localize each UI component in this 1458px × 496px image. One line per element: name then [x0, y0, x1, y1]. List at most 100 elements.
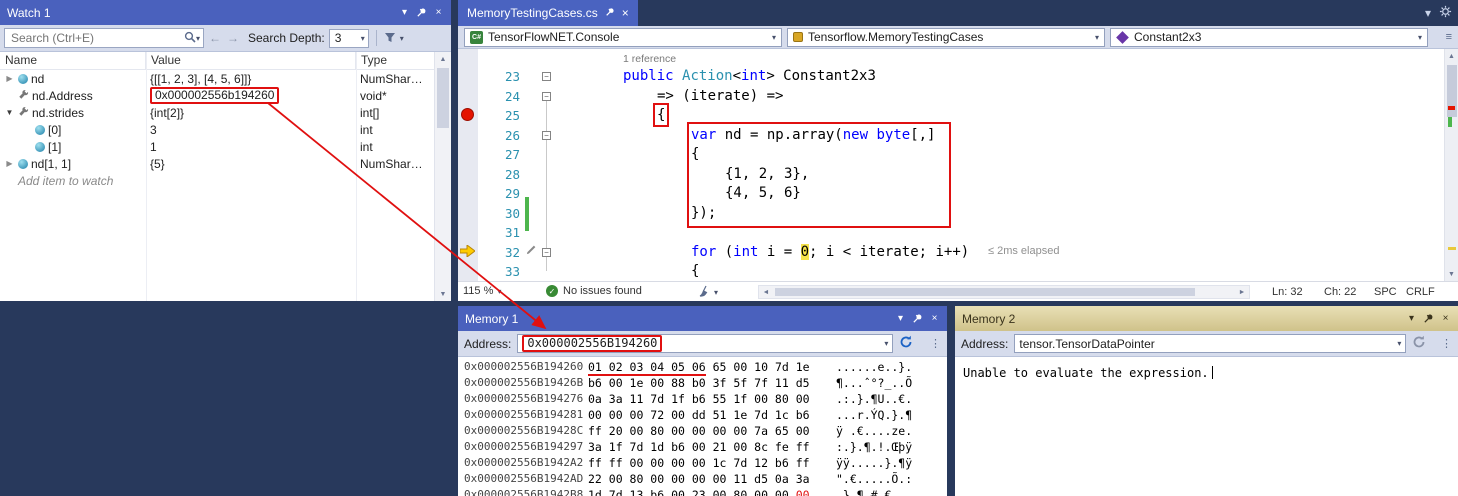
collapse-region-icon[interactable]: − [542, 72, 551, 81]
filter-icon[interactable] [384, 31, 396, 46]
code-line-current[interactable]: 32 for (int i = 0; i < iterate; i++) ≤ 2… [458, 243, 1444, 263]
watch-value[interactable]: 0x000002556b194260 [155, 88, 274, 102]
column-header-type[interactable]: Type [356, 52, 434, 69]
watch-name[interactable]: [1] [48, 140, 61, 154]
memory2-address-input[interactable]: tensor.TensorDataPointer ▾ [1014, 334, 1406, 353]
memory-row[interactable]: 0x000002556B19426001 02 03 04 05 06 65 0… [458, 359, 947, 375]
memory-row[interactable]: 0x000002556B1942760a 3a 11 7d 1f b6 55 1… [458, 391, 947, 407]
memory-row[interactable]: 0x000002556B19426Bb6 00 1e 00 88 b0 3f 5… [458, 375, 947, 391]
collapse-region-icon[interactable]: − [542, 92, 551, 101]
scroll-right-icon[interactable]: ► [1235, 286, 1249, 298]
codelens-references[interactable]: 1 reference [623, 53, 676, 65]
code-line[interactable]: 31 [458, 223, 1444, 243]
search-prev-icon[interactable]: ← [208, 31, 222, 45]
code-area[interactable]: 1 reference 23 public Action<int> Consta… [458, 49, 1444, 281]
close-icon[interactable]: × [1437, 310, 1454, 327]
code-cleanup-button[interactable]: ▾ [698, 285, 718, 300]
scrollbar-thumb[interactable] [775, 288, 1195, 296]
memory2-content[interactable]: Unable to evaluate the expression. [955, 357, 1458, 496]
code-line[interactable]: 28 {1, 2, 3}, [458, 165, 1444, 185]
issues-indicator[interactable]: ✓ No issues found [546, 285, 642, 297]
watch-row-strides-0[interactable]: [0] 3 int [0, 121, 434, 138]
code-line[interactable]: 30 }); [458, 204, 1444, 224]
window-position-icon[interactable]: ▾ [892, 310, 909, 327]
watch-row-add-item[interactable]: Add item to watch [0, 172, 434, 189]
search-icon[interactable] [184, 31, 196, 46]
split-window-icon[interactable]: ≡ [1446, 31, 1452, 43]
search-input[interactable] [11, 31, 184, 45]
pin-icon[interactable] [605, 6, 615, 20]
memory-row[interactable]: 0x000002556B1942B81d 7d 13 b6 00 23 00 8… [458, 487, 947, 496]
column-header-value[interactable]: Value [146, 52, 356, 69]
scroll-up-icon[interactable]: ▲ [1445, 49, 1458, 63]
watch-name[interactable]: nd[1, 1] [31, 157, 71, 171]
watch-row-strides-1[interactable]: [1] 1 int [0, 138, 434, 155]
gear-icon[interactable] [1439, 5, 1452, 21]
watch-row-nd[interactable]: ▶nd {[[1, 2, 3], [4, 5, 6]]} NumShar… [0, 70, 434, 87]
watch-value[interactable]: 3 [146, 121, 356, 138]
watch-name[interactable]: nd.Address [32, 89, 93, 103]
memory-row[interactable]: 0x000002556B1942AD22 00 80 00 00 00 00 1… [458, 471, 947, 487]
pin-icon[interactable] [413, 4, 430, 21]
breakpoint-icon[interactable] [461, 108, 474, 121]
watch-title-bar[interactable]: Watch 1 ▾ × [0, 0, 451, 25]
scroll-up-icon[interactable]: ▲ [435, 52, 451, 66]
editor-vertical-scrollbar[interactable]: ▲ ▼ [1444, 49, 1458, 281]
zoom-select[interactable]: 115 % ▾ [463, 285, 501, 297]
watch-row-nd-strides[interactable]: ▼nd.strides {int[2]} int[] [0, 104, 434, 121]
expander-icon[interactable]: ▼ [4, 108, 15, 117]
add-watch-placeholder[interactable]: Add item to watch [18, 174, 113, 188]
memory-row[interactable]: 0x000002556B1942973a 1f 7d 1d b6 00 21 0… [458, 439, 947, 455]
watch-value[interactable]: 1 [146, 138, 356, 155]
search-depth-select[interactable]: 3 ▾ [329, 29, 369, 48]
window-position-icon[interactable]: ▾ [1403, 310, 1420, 327]
chevron-down-icon[interactable]: ▾ [884, 339, 888, 348]
toolbar-overflow-icon[interactable]: ⋮ [930, 337, 941, 350]
filter-options-icon[interactable]: ▾ [400, 34, 404, 43]
search-options-icon[interactable]: ▾ [196, 34, 200, 43]
code-line[interactable]: 23 public Action<int> Constant2x3 [458, 67, 1444, 87]
chevron-down-icon[interactable]: ▾ [1397, 339, 1401, 348]
refresh-icon[interactable] [1412, 335, 1426, 352]
scroll-down-icon[interactable]: ▼ [435, 287, 451, 301]
memory-row[interactable]: 0x000002556B1942A2ff ff 00 00 00 00 1c 7… [458, 455, 947, 471]
class-dropdown[interactable]: Tensorflow.MemoryTestingCases ▾ [787, 28, 1105, 47]
memory1-title-bar[interactable]: Memory 1 ▾ × [458, 306, 947, 331]
watch-scrollbar[interactable]: ▲ ▼ [434, 52, 451, 301]
watch-value[interactable]: {[[1, 2, 3], [4, 5, 6]]} [146, 70, 356, 87]
project-dropdown[interactable]: C# TensorFlowNET.Console ▾ [464, 28, 782, 47]
close-icon[interactable]: × [430, 4, 447, 21]
watch-row-nd-address[interactable]: nd.Address 0x000002556b194260 void* [0, 87, 434, 104]
memory-row[interactable]: 0x000002556B19428100 00 00 72 00 dd 51 1… [458, 407, 947, 423]
expander-icon[interactable]: ▶ [4, 74, 15, 83]
refresh-icon[interactable] [899, 335, 913, 352]
current-statement-arrow-icon[interactable] [460, 245, 475, 260]
chevron-down-icon[interactable]: ▾ [1425, 6, 1431, 20]
expander-icon[interactable]: ▶ [4, 159, 15, 168]
watch-row-nd-1-1[interactable]: ▶nd[1, 1] {5} NumShar… [0, 155, 434, 172]
watch-value[interactable]: {5} [146, 155, 356, 172]
code-line[interactable]: 24 => (iterate) => [458, 87, 1444, 107]
code-line[interactable]: 33 { [458, 262, 1444, 281]
memory-row[interactable]: 0x000002556B19428Cff 20 00 80 00 00 00 0… [458, 423, 947, 439]
watch-name[interactable]: nd.strides [32, 106, 84, 120]
memory1-content[interactable]: 0x000002556B19426001 02 03 04 05 06 65 0… [458, 357, 947, 496]
code-line[interactable]: 25 { [458, 106, 1444, 126]
memory2-title-bar[interactable]: Memory 2 ▾ × [955, 306, 1458, 331]
watch-name[interactable]: [0] [48, 123, 61, 137]
column-header-name[interactable]: Name [0, 52, 146, 69]
perf-tip[interactable]: ≤ 2ms elapsed [988, 245, 1059, 257]
scroll-down-icon[interactable]: ▼ [1445, 267, 1458, 281]
pin-icon[interactable] [1420, 310, 1437, 327]
search-box[interactable]: ▾ [4, 28, 204, 48]
tab-memorytestingcases[interactable]: MemoryTestingCases.cs × [458, 0, 638, 26]
scrollbar-thumb[interactable] [437, 68, 449, 128]
scroll-left-icon[interactable]: ◄ [759, 286, 773, 298]
close-icon[interactable]: × [926, 310, 943, 327]
search-next-icon[interactable]: → [226, 31, 240, 45]
code-line[interactable]: 26 var nd = np.array(new byte[,] [458, 126, 1444, 146]
editor-horizontal-scrollbar[interactable]: ◄ ► [758, 285, 1250, 299]
collapse-region-icon[interactable]: − [542, 131, 551, 140]
close-icon[interactable]: × [622, 6, 629, 20]
window-position-icon[interactable]: ▾ [396, 4, 413, 21]
